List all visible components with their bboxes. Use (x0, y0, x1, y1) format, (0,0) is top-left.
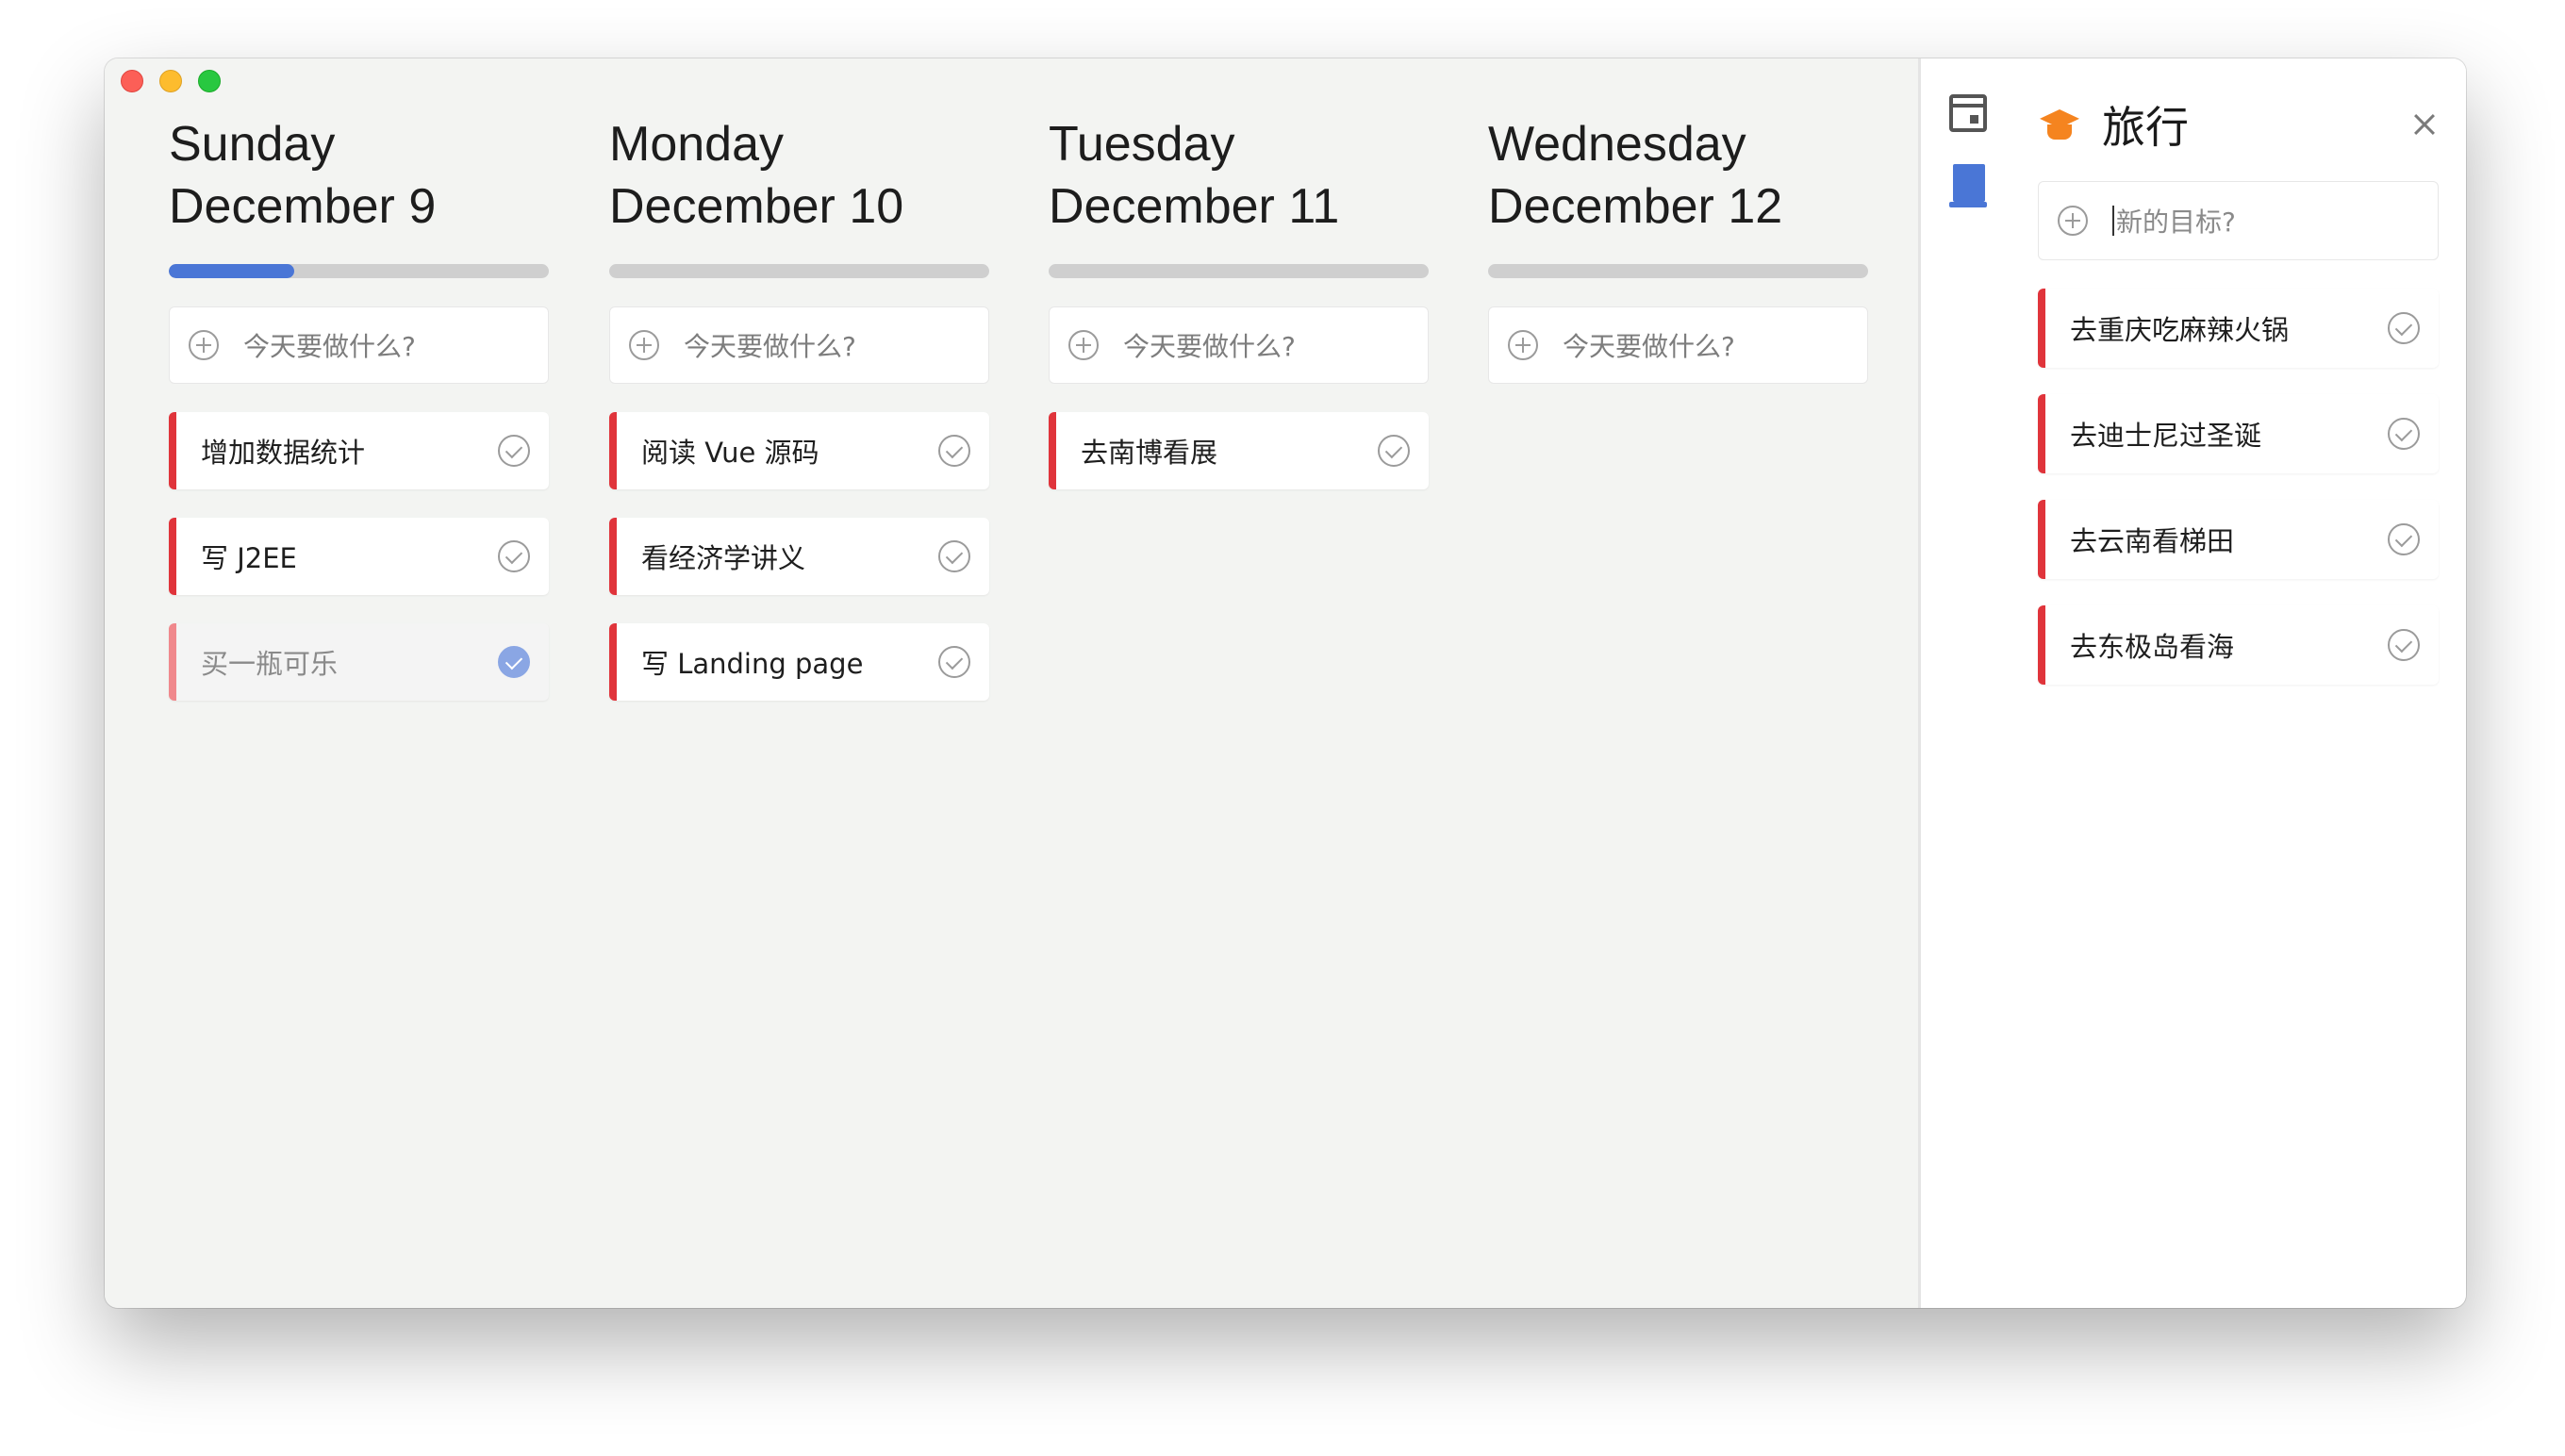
goal-list: 新的目标? 去重庆吃麻辣火锅 去迪士尼过圣诞 去云南看梯田 去东极岛看海 (2038, 181, 2439, 685)
add-task-placeholder: 今天要做什么? (1123, 331, 1296, 362)
text-caret (2112, 206, 2114, 236)
week-board: Sunday December 9 今天要做什么? 增加数据统计 写 J2EE … (105, 58, 1918, 1308)
plus-circle-icon (629, 330, 659, 360)
check-circle-icon[interactable] (938, 646, 970, 678)
day-progress-bar (1049, 264, 1429, 278)
add-goal-placeholder: 新的目标? (2116, 207, 2236, 238)
minimize-window-button[interactable] (159, 70, 182, 92)
check-circle-icon[interactable] (2388, 523, 2420, 555)
day-progress-bar (1488, 264, 1868, 278)
day-date: December 12 (1488, 179, 1783, 234)
check-circle-icon[interactable] (938, 540, 970, 572)
goal-item-label: 去迪士尼过圣诞 (2070, 420, 2262, 452)
check-circle-icon[interactable] (498, 435, 530, 467)
check-circle-icon[interactable] (2388, 312, 2420, 344)
close-icon[interactable] (2406, 106, 2443, 143)
goals-panel: 旅行 新的目标? 去重庆吃麻辣火锅 去迪士尼过圣诞 去云南看梯田 去东极岛看海 (1918, 58, 2466, 1308)
task-label: 写 Landing page (641, 648, 864, 680)
plus-circle-icon (1508, 330, 1538, 360)
add-task-placeholder: 今天要做什么? (243, 331, 416, 362)
check-circle-icon[interactable] (2388, 629, 2420, 661)
goal-item-label: 去云南看梯田 (2070, 525, 2235, 557)
day-date: December 11 (1049, 179, 1340, 234)
goal-item[interactable]: 去东极岛看海 (2038, 605, 2439, 685)
task-card[interactable]: 增加数据统计 (169, 412, 549, 489)
goal-item[interactable]: 去重庆吃麻辣火锅 (2038, 289, 2439, 368)
plus-circle-icon (189, 330, 219, 360)
add-task-input[interactable]: 今天要做什么? (609, 306, 989, 384)
panel-nav (1949, 94, 1987, 207)
zoom-window-button[interactable] (198, 70, 221, 92)
day-weekday: Tuesday (1049, 117, 1235, 172)
task-card[interactable]: 写 Landing page (609, 623, 989, 701)
goal-item[interactable]: 去云南看梯田 (2038, 500, 2439, 579)
close-window-button[interactable] (121, 70, 143, 92)
add-goal-input[interactable]: 新的目标? (2038, 181, 2439, 260)
book-icon[interactable] (1949, 164, 1987, 207)
window-controls (121, 70, 221, 92)
task-card[interactable]: 写 J2EE (169, 518, 549, 595)
graduation-cap-icon (2038, 106, 2081, 143)
check-circle-icon[interactable] (498, 646, 530, 678)
day-progress-bar (169, 264, 549, 278)
goal-header: 旅行 (2038, 96, 2443, 153)
task-card[interactable]: 阅读 Vue 源码 (609, 412, 989, 489)
day-weekday: Wednesday (1488, 117, 1746, 172)
add-task-placeholder: 今天要做什么? (684, 331, 856, 362)
day-column-wednesday: Wednesday December 12 今天要做什么? (1488, 113, 1868, 384)
task-card[interactable]: 看经济学讲义 (609, 518, 989, 595)
task-label: 写 J2EE (201, 542, 297, 574)
day-progress-fill (169, 264, 294, 278)
calendar-icon[interactable] (1949, 94, 1987, 132)
goal-item-label: 去东极岛看海 (2070, 631, 2235, 663)
task-label: 看经济学讲义 (641, 542, 806, 574)
plus-circle-icon (1068, 330, 1099, 360)
add-task-placeholder: 今天要做什么? (1563, 331, 1735, 362)
add-task-input[interactable]: 今天要做什么? (1049, 306, 1429, 384)
task-label: 阅读 Vue 源码 (641, 437, 819, 469)
goal-item[interactable]: 去迪士尼过圣诞 (2038, 394, 2439, 473)
day-date: December 10 (609, 179, 904, 234)
day-weekday: Sunday (169, 117, 336, 172)
app-window: Sunday December 9 今天要做什么? 增加数据统计 写 J2EE … (105, 58, 2466, 1308)
day-column-tuesday: Tuesday December 11 今天要做什么? 去南博看展 (1049, 113, 1429, 489)
day-column-sunday: Sunday December 9 今天要做什么? 增加数据统计 写 J2EE … (169, 113, 549, 701)
add-task-input[interactable]: 今天要做什么? (1488, 306, 1868, 384)
day-column-monday: Monday December 10 今天要做什么? 阅读 Vue 源码 看经济… (609, 113, 989, 701)
task-card[interactable]: 买一瓶可乐 (169, 623, 549, 701)
goal-item-label: 去重庆吃麻辣火锅 (2070, 314, 2290, 346)
day-date: December 9 (169, 179, 437, 234)
check-circle-icon[interactable] (1378, 435, 1410, 467)
task-label: 买一瓶可乐 (201, 648, 339, 680)
task-label: 增加数据统计 (201, 437, 366, 469)
goal-title: 旅行 (2102, 102, 2189, 153)
add-task-input[interactable]: 今天要做什么? (169, 306, 549, 384)
day-progress-bar (609, 264, 989, 278)
task-label: 去南博看展 (1081, 437, 1218, 469)
day-weekday: Monday (609, 117, 784, 172)
check-circle-icon[interactable] (2388, 418, 2420, 450)
task-card[interactable]: 去南博看展 (1049, 412, 1429, 489)
plus-circle-icon (2058, 206, 2088, 236)
check-circle-icon[interactable] (938, 435, 970, 467)
check-circle-icon[interactable] (498, 540, 530, 572)
